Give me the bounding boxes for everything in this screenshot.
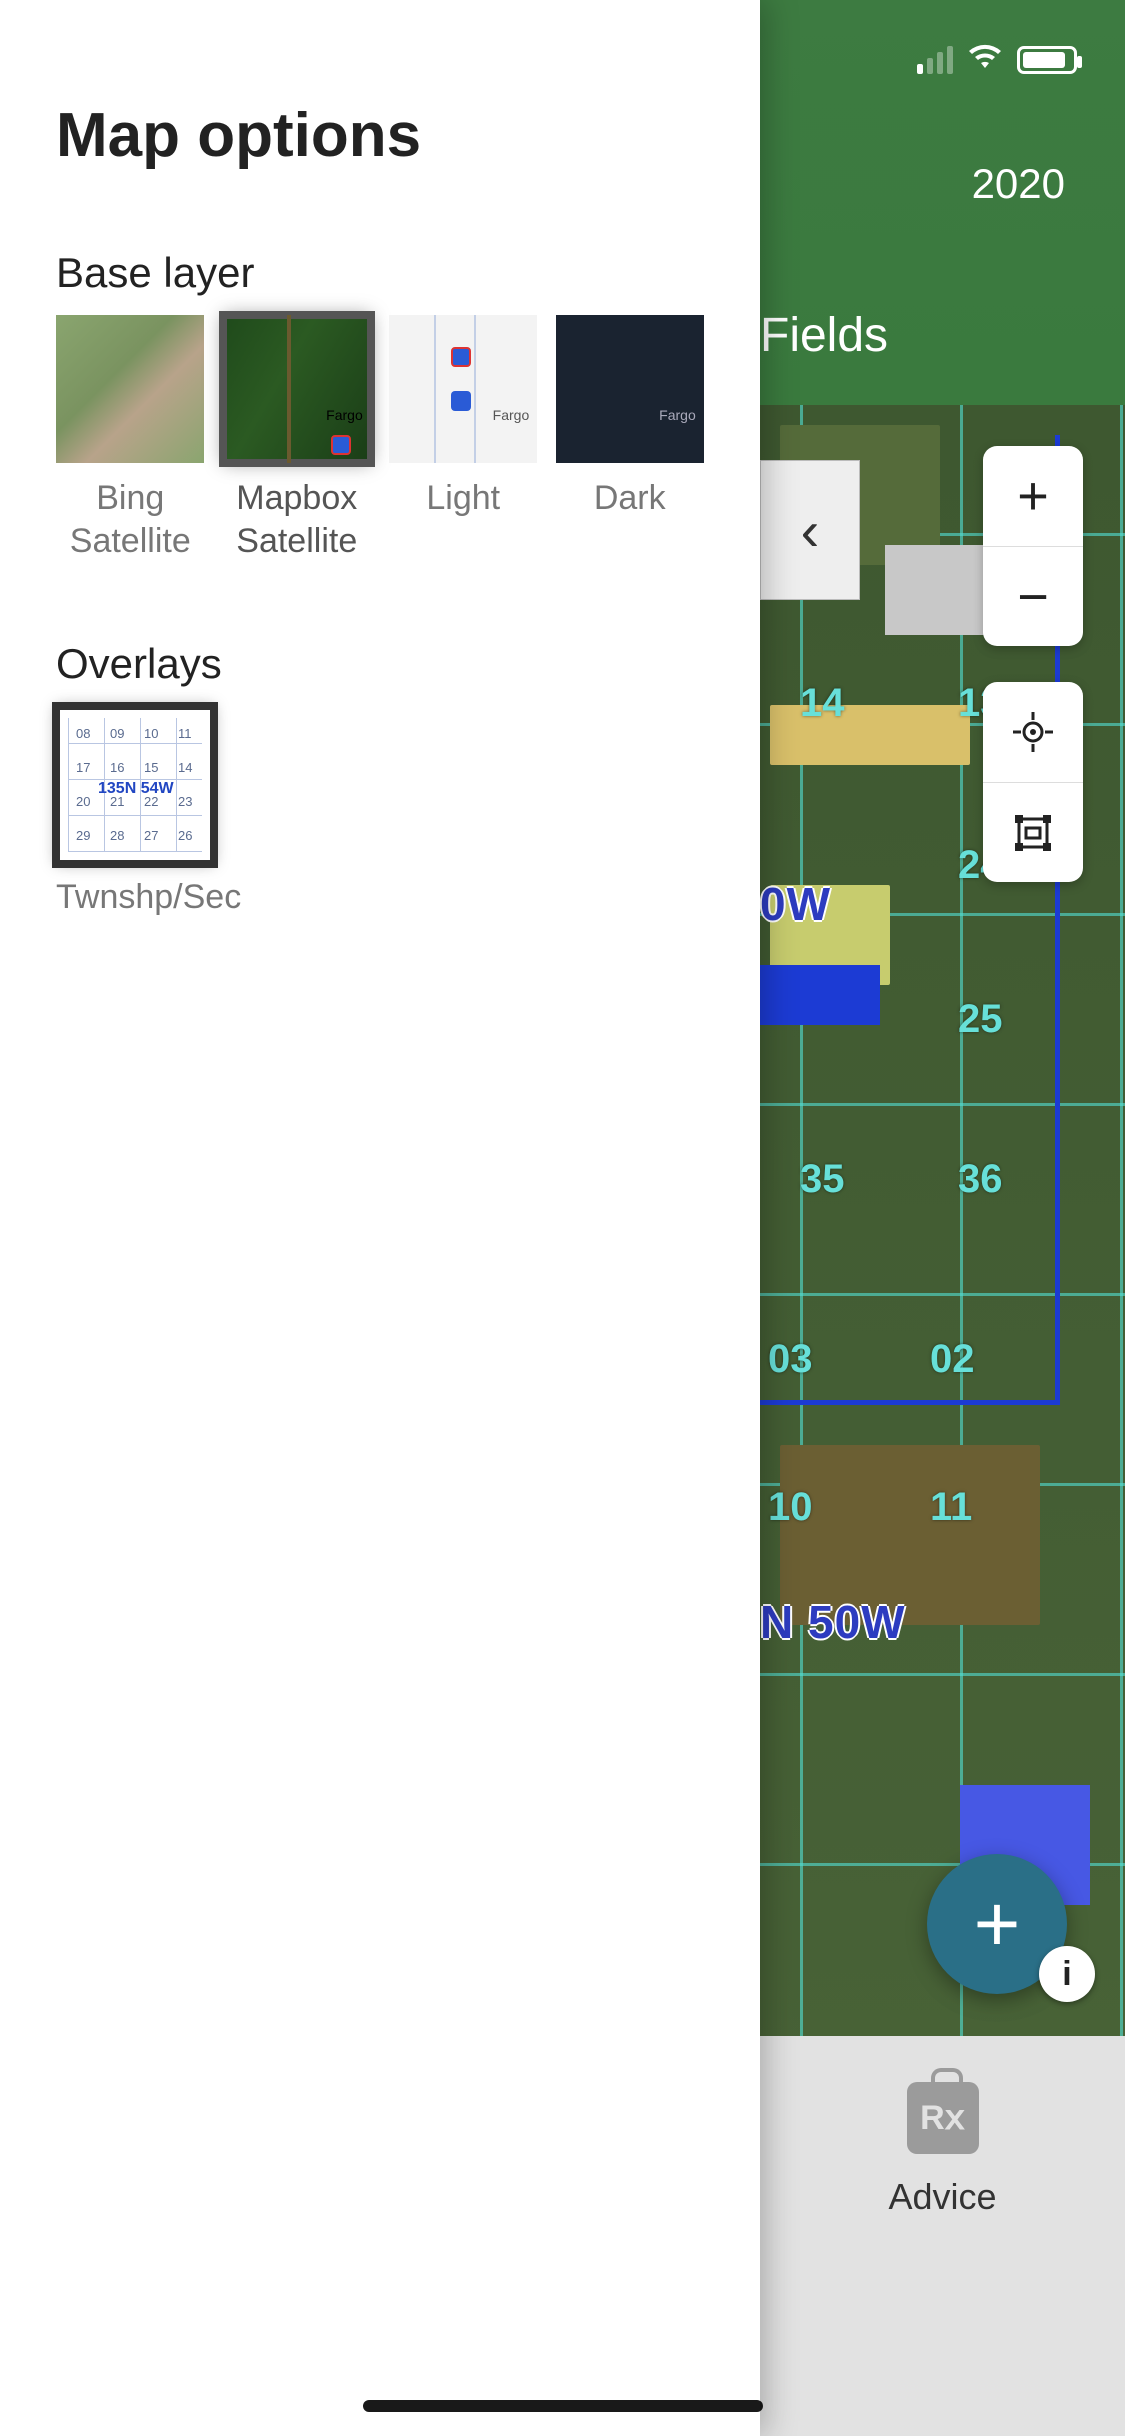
- section-number: 02: [930, 1337, 975, 1382]
- base-layer-thumbnail: [56, 315, 204, 463]
- section-number: 25: [958, 997, 1003, 1042]
- base-layer-option-bing[interactable]: Bing Satellite: [56, 315, 205, 562]
- overlay-list: 135N 54W08091011171615142021222329282726…: [56, 706, 704, 917]
- locate-me-button[interactable]: [983, 682, 1083, 782]
- overlay-thumb-cell: 15: [144, 760, 158, 775]
- thumb-city-label: Fargo: [493, 407, 530, 423]
- cellular-signal-icon: [917, 46, 953, 74]
- overlays-heading: Overlays: [56, 640, 704, 688]
- crosshair-icon: [1011, 710, 1055, 754]
- base-layer-label: Dark: [594, 477, 666, 520]
- overlay-thumb-cell: 20: [76, 794, 90, 809]
- interstate-shield-icon: [331, 435, 351, 455]
- township-range-label: 0W: [760, 877, 831, 931]
- base-layer-thumbnail: Fargo: [223, 315, 371, 463]
- zoom-out-button[interactable]: −: [983, 546, 1083, 646]
- map-options-panel: Map options Base layer Bing Satellite Far…: [0, 0, 760, 2436]
- base-layer-option-mapbox[interactable]: Fargo Mapbox Satellite: [223, 315, 372, 562]
- overlay-thumb-cell: 11: [178, 726, 192, 741]
- bottom-tab-advice[interactable]: R𝗑 Advice: [760, 2036, 1125, 2436]
- map-controls: + −: [983, 446, 1083, 882]
- battery-icon: [1017, 46, 1077, 74]
- overlay-thumb-cell: 14: [178, 760, 192, 775]
- base-layer-label: Light: [426, 477, 500, 520]
- overlay-thumb-cell: 09: [110, 726, 124, 741]
- base-layer-heading: Base layer: [56, 249, 704, 297]
- map-info-button[interactable]: i: [1039, 1946, 1095, 2002]
- thumb-city-label: Fargo: [659, 407, 696, 423]
- section-number: 10: [768, 1485, 813, 1530]
- overlay-thumb-cell: 27: [144, 828, 158, 843]
- base-layer-label: Bing Satellite: [70, 477, 191, 562]
- collapse-panel-button[interactable]: ‹: [760, 460, 860, 600]
- base-layer-list: Bing SatelliteFargoMapbox SatelliteFargo…: [56, 315, 704, 562]
- map-field-polygon: [760, 965, 880, 1025]
- tab-fields[interactable]: Fields: [760, 308, 888, 363]
- panel-title: Map options: [56, 100, 704, 171]
- wifi-icon: [967, 40, 1003, 79]
- overlay-thumbnail: 135N 54W08091011171615142021222329282726: [56, 706, 214, 864]
- base-layer-option-light[interactable]: Fargo Light: [389, 315, 538, 520]
- rx-icon-text: R𝗑: [920, 2098, 965, 2138]
- base-layer-label: Mapbox Satellite: [236, 477, 357, 562]
- section-number: 36: [958, 1157, 1003, 1202]
- thumb-city-label: Fargo: [326, 407, 363, 423]
- base-layer-thumbnail: Fargo: [389, 315, 537, 463]
- home-indicator: [363, 2400, 763, 2412]
- township-range-label: N 50W: [760, 1595, 906, 1649]
- bounding-box-icon: [1011, 811, 1055, 855]
- section-number: 14: [800, 681, 845, 726]
- overlay-thumb-cell: 10: [144, 726, 158, 741]
- overlay-thumb-cell: 08: [76, 726, 90, 741]
- overlay-label: Twnshp/Sec: [56, 878, 214, 917]
- zoom-in-button[interactable]: +: [983, 446, 1083, 546]
- fit-bounds-button[interactable]: [983, 782, 1083, 882]
- zoom-control: + −: [983, 446, 1083, 646]
- overlay-option-twnsec[interactable]: 135N 54W08091011171615142021222329282726…: [56, 706, 214, 917]
- overlay-thumb-cell: 22: [144, 794, 158, 809]
- overlay-thumb-cell: 26: [178, 828, 192, 843]
- prescription-icon: R𝗑: [907, 2082, 979, 2154]
- overlay-thumb-cell: 23: [178, 794, 192, 809]
- base-layer-option-dark[interactable]: Fargo Dark: [556, 315, 705, 520]
- overlay-thumb-cell: 29: [76, 828, 90, 843]
- overlay-thumb-cell: 21: [110, 794, 124, 809]
- bottom-tab-label: Advice: [888, 2176, 996, 2218]
- year-selector[interactable]: 2020: [972, 160, 1065, 208]
- base-layer-thumbnail: Fargo: [556, 315, 704, 463]
- status-bar: [917, 40, 1077, 79]
- overlay-thumb-cell: 17: [76, 760, 90, 775]
- section-number: 35: [800, 1157, 845, 1202]
- section-number: 03: [768, 1337, 813, 1382]
- map-tool-control: [983, 682, 1083, 882]
- overlay-thumb-cell: 28: [110, 828, 124, 843]
- overlay-thumb-cell: 16: [110, 760, 124, 775]
- section-number: 11: [930, 1485, 972, 1530]
- interstate-shield-icon: [451, 347, 471, 367]
